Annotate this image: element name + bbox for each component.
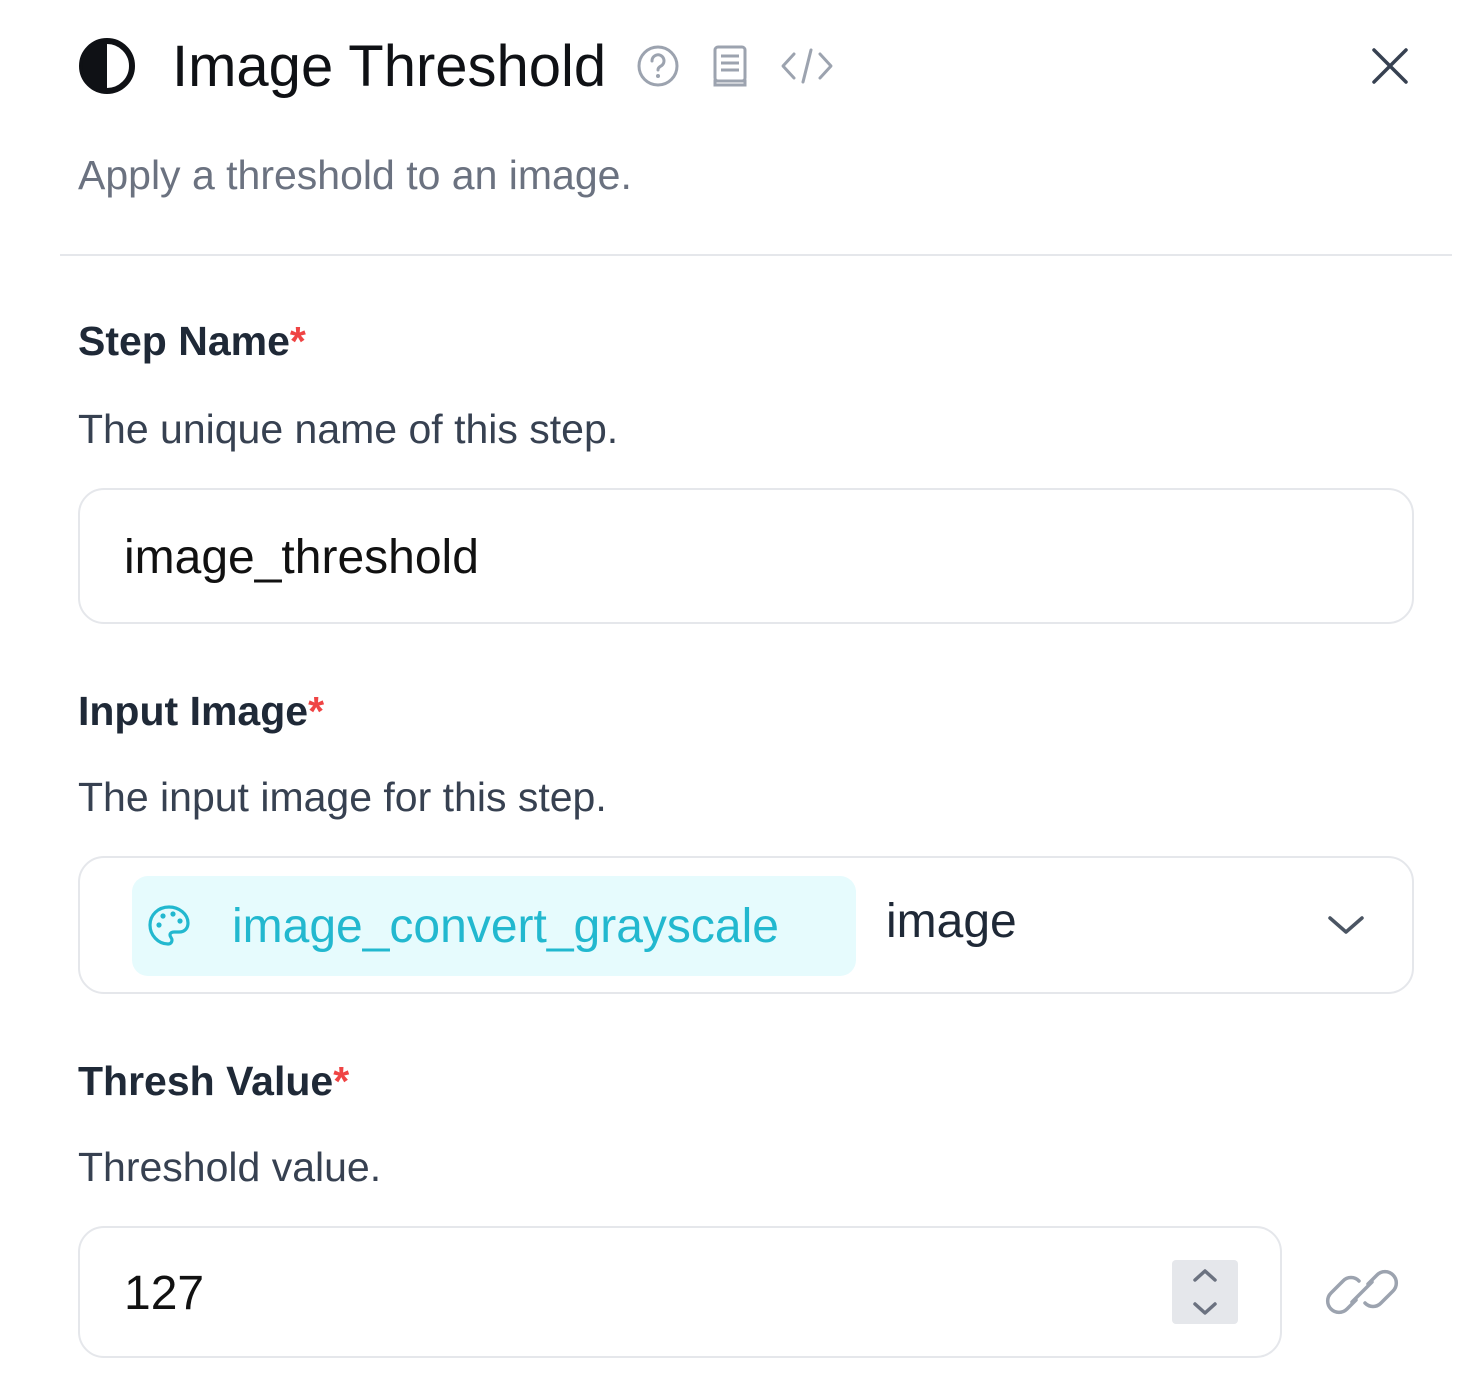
step-name-label-text: Step Name [78, 318, 290, 364]
close-icon[interactable] [1368, 44, 1412, 88]
code-icon[interactable] [780, 44, 834, 88]
chevron-down-icon[interactable] [1324, 910, 1368, 940]
docs-icon[interactable] [710, 44, 750, 88]
panel-subtitle: Apply a threshold to an image. [78, 152, 632, 198]
stepper-arrows-icon [1193, 1269, 1217, 1315]
input-image-label: Input Image* [78, 688, 324, 735]
thresh-value-label-text: Thresh Value [78, 1058, 334, 1104]
panel-title: Image Threshold [172, 33, 607, 99]
help-icon[interactable] [636, 44, 680, 88]
thresh-value-description: Threshold value. [78, 1144, 382, 1190]
link-icon[interactable] [1322, 1262, 1402, 1322]
step-name-input[interactable]: image_threshold [78, 488, 1414, 624]
panel-header: Image Threshold [78, 30, 1412, 102]
header-divider [60, 254, 1452, 256]
selected-output-value: image [886, 895, 1017, 948]
input-image-select[interactable]: image_convert_grayscale image [78, 856, 1414, 994]
input-image-label-text: Input Image [78, 688, 309, 734]
step-name-label: Step Name* [78, 318, 306, 365]
step-reference-chip[interactable]: image_convert_grayscale [132, 876, 856, 976]
required-mark: * [308, 688, 325, 734]
thresh-value-label: Thresh Value* [78, 1058, 349, 1105]
block-config-panel: Image Threshold Apply a threshold to an … [0, 0, 1482, 1400]
threshold-icon [79, 38, 135, 94]
step-name-description: The unique name of this step. [78, 406, 619, 452]
step-reference-label: image_convert_grayscale [232, 899, 779, 953]
palette-icon [148, 905, 190, 946]
number-stepper[interactable] [1172, 1260, 1238, 1324]
thresh-value-number: 127 [124, 1267, 205, 1320]
required-mark: * [289, 318, 306, 364]
thresh-value-input[interactable]: 127 [78, 1226, 1282, 1358]
step-name-value: image_threshold [124, 531, 479, 584]
required-mark: * [333, 1058, 350, 1104]
input-image-description: The input image for this step. [78, 774, 607, 820]
